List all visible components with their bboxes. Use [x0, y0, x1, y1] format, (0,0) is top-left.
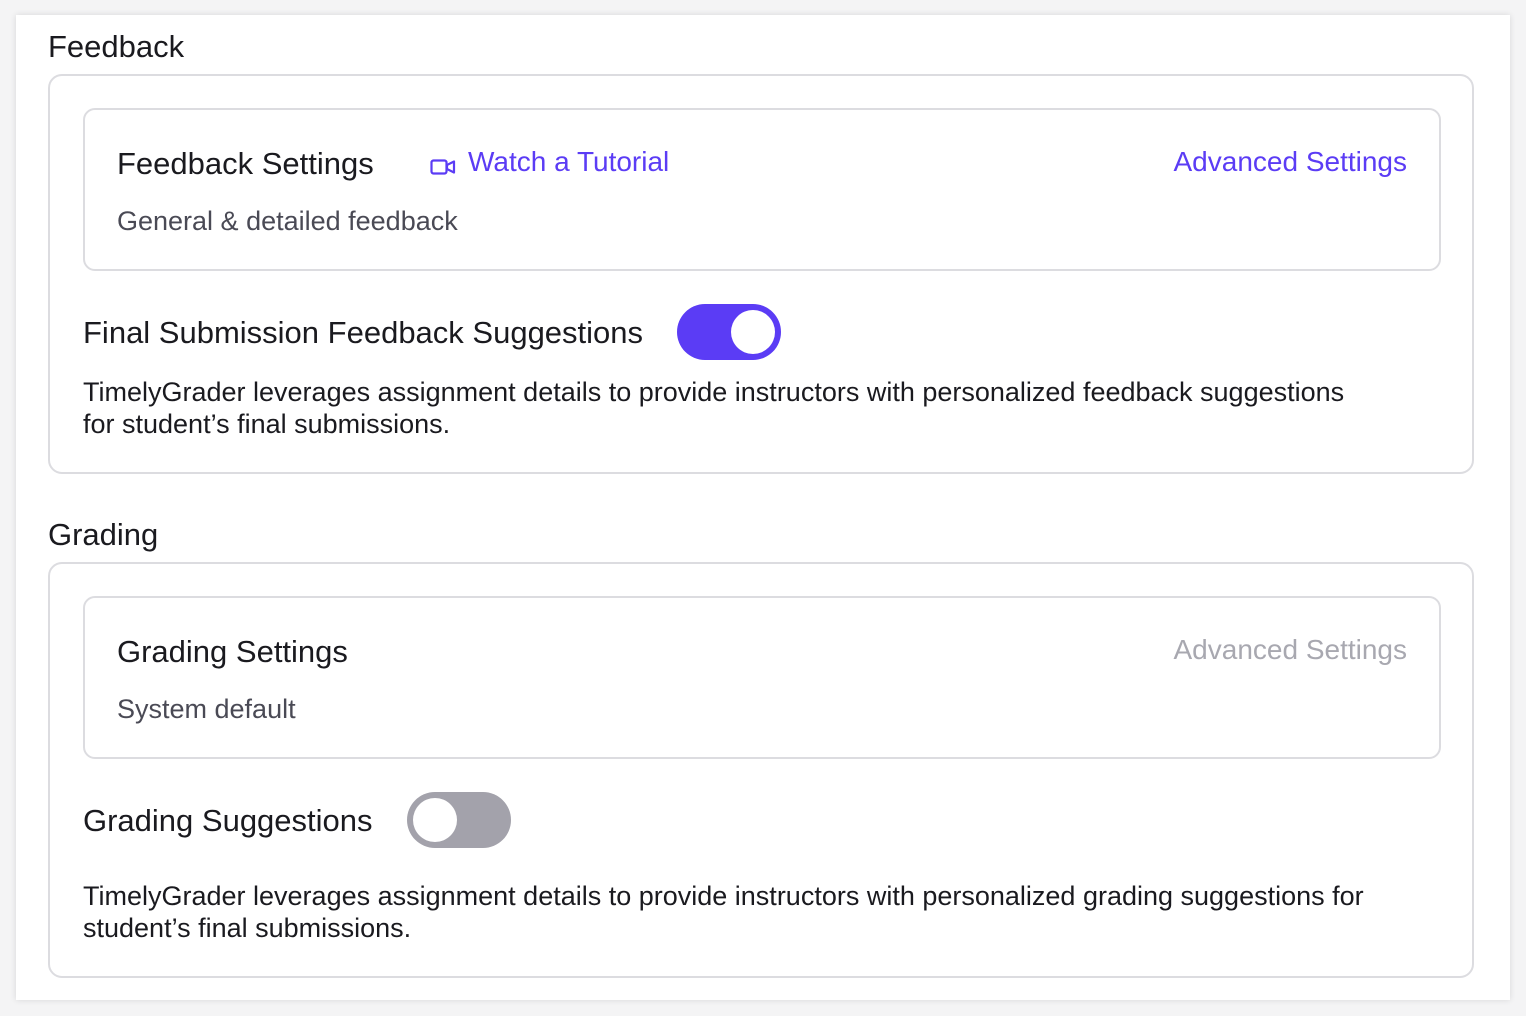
- grading-section-title: Grading: [48, 517, 159, 552]
- watch-tutorial-link[interactable]: Watch a Tutorial: [430, 148, 669, 176]
- final-submission-toggle-row: Final Submission Feedback Suggestions: [83, 304, 782, 360]
- toggle-knob: [412, 798, 457, 842]
- feedback-section-title: Feedback: [48, 29, 185, 64]
- feedback-description: TimelyGrader leverages assignment detail…: [83, 377, 1345, 439]
- grading-settings-box: Grading Settings Advanced Settings Syste…: [83, 596, 1441, 759]
- feedback-section-card: Feedback Settings Watch a Tutorial Advan…: [48, 74, 1474, 474]
- grading-settings-title: Grading Settings: [117, 634, 348, 669]
- final-submission-feedback-toggle[interactable]: [677, 304, 782, 360]
- feedback-advanced-settings-link[interactable]: Advanced Settings: [1174, 148, 1408, 176]
- feedback-settings-title: Feedback Settings: [117, 146, 374, 181]
- video-camera-icon: [430, 153, 456, 175]
- grading-settings-subtitle: System default: [117, 694, 296, 724]
- grading-suggestions-toggle[interactable]: [406, 792, 511, 848]
- feedback-settings-subtitle: General & detailed feedback: [117, 206, 458, 236]
- grading-description: TimelyGrader leverages assignment detail…: [83, 881, 1364, 943]
- grading-suggestions-toggle-label: Grading Suggestions: [83, 802, 373, 838]
- grading-section-card: Grading Settings Advanced Settings Syste…: [48, 562, 1474, 978]
- final-submission-toggle-label: Final Submission Feedback Suggestions: [83, 314, 644, 350]
- grading-advanced-settings-link[interactable]: Advanced Settings: [1174, 636, 1408, 664]
- grading-suggestions-toggle-row: Grading Suggestions: [83, 792, 511, 848]
- toggle-knob: [731, 310, 776, 354]
- settings-panel: Feedback Feedback Settings Watch a Tutor…: [16, 15, 1510, 1000]
- feedback-settings-box: Feedback Settings Watch a Tutorial Advan…: [83, 108, 1441, 271]
- watch-tutorial-label: Watch a Tutorial: [468, 146, 670, 177]
